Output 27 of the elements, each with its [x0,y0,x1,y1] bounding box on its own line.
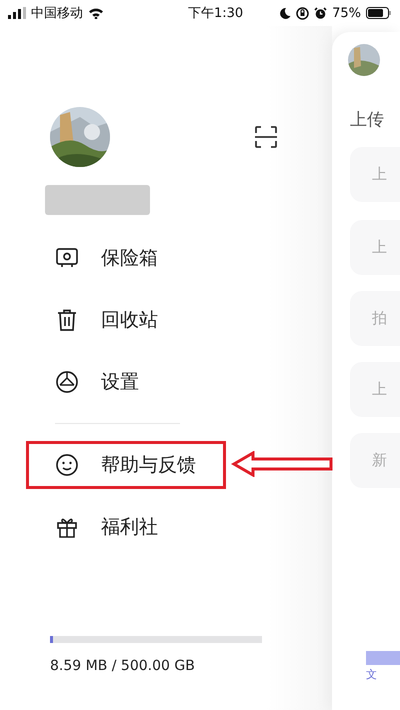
carrier-name: 中国移动 [31,5,83,22]
moon-icon [279,7,292,19]
section-title: 上传 [350,109,385,131]
signal-icon [8,7,26,19]
battery-percent: 75% [332,6,361,20]
settings-icon [55,370,79,394]
tab-bar-indicator [366,651,400,665]
action-card[interactable]: 上 [350,220,400,275]
scan-icon [254,125,278,149]
storage-usage: 8.59 MB / 500.00 GB [50,658,196,674]
action-card[interactable]: 上 [350,147,400,202]
tab-label[interactable]: 文 [366,667,400,682]
battery-icon [366,7,392,19]
smiley-icon [55,453,79,477]
rotation-lock-icon [296,6,310,20]
safe-icon [55,246,79,270]
action-card[interactable]: 上 [350,362,400,417]
menu-item[interactable]: 设置 [26,351,226,413]
action-card[interactable]: 新 [350,433,400,488]
status-time: 下午1:30 [188,5,244,22]
menu-item[interactable]: 福利社 [26,496,226,558]
alarm-icon [314,6,328,20]
wifi-icon [88,7,104,19]
menu-item[interactable]: 保险箱 [26,227,226,289]
menu-item[interactable]: 回收站 [26,289,226,351]
trash-icon [55,308,79,332]
action-card[interactable]: 拍 [350,291,400,346]
